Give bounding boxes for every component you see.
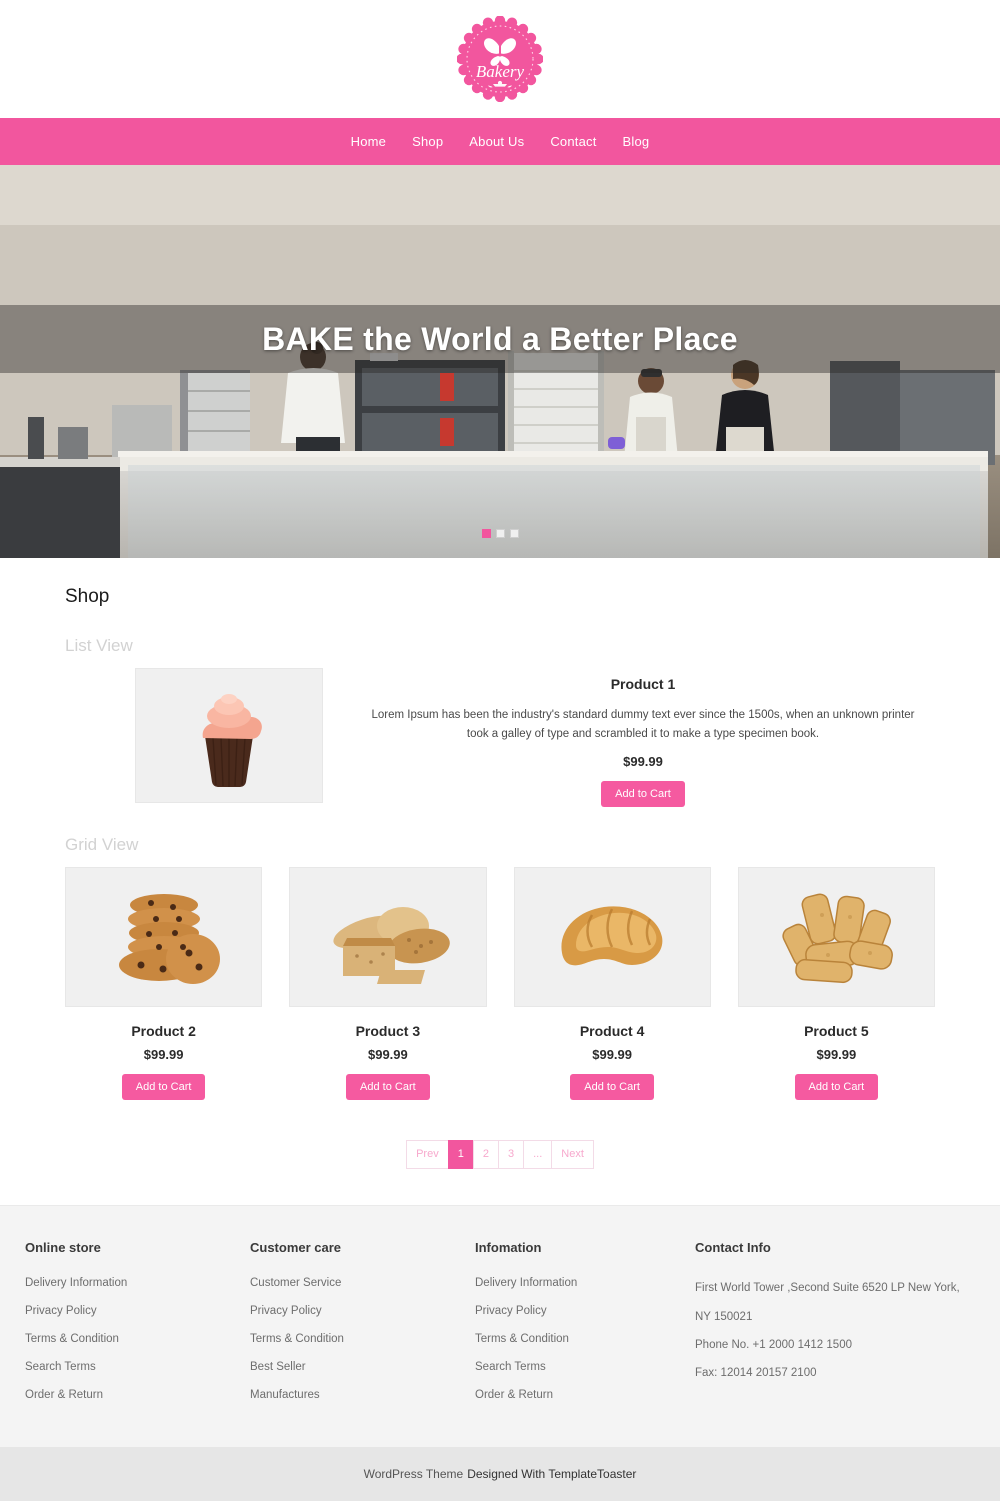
footer-link-terms-condition[interactable]: Terms & Condition	[250, 1333, 475, 1345]
footer-link-order-return[interactable]: Order & Return	[25, 1389, 250, 1401]
hero-dot-2[interactable]	[495, 529, 505, 538]
site-footer: Online store Delivery Information Privac…	[0, 1205, 1000, 1448]
bakery-badge-icon: Bakery	[457, 16, 543, 102]
pagination-page-2[interactable]: 2	[472, 1139, 498, 1170]
product-price: $99.99	[143, 1046, 184, 1062]
footer-link-manufactures[interactable]: Manufactures	[250, 1389, 475, 1401]
grid-view-label: Grid View	[65, 834, 139, 854]
footer-column-contact-info: Contact Info First World Tower ,Second S…	[695, 1240, 975, 1417]
product-image-2[interactable]	[65, 866, 263, 1007]
product-image-1[interactable]	[135, 668, 323, 803]
bread-loaves-icon	[333, 906, 450, 984]
contact-phone: Phone No. +1 2000 1412 1500	[695, 1338, 852, 1351]
product-grid-view: Product 2 $99.99 Add to Cart Product 3 $…	[50, 866, 950, 1100]
pagination-prev[interactable]: Prev	[406, 1139, 448, 1170]
product-name: Product 4	[579, 1022, 645, 1039]
hero-slider-dots	[0, 529, 1000, 538]
page-title: Shop	[65, 586, 110, 607]
hero-dot-1[interactable]	[481, 529, 491, 538]
product-price: $99.99	[816, 1046, 857, 1062]
product-name: Product 2	[131, 1022, 196, 1039]
footer-link-delivery-information[interactable]: Delivery Information	[475, 1277, 695, 1289]
hero-slider: BAKE the World a Better Place	[0, 165, 1000, 558]
pagination-ellipsis[interactable]: ...	[523, 1139, 552, 1170]
product-details-1: Product 1 Lorem Ipsum has been the indus…	[323, 668, 950, 807]
hero-caption-band: BAKE the World a Better Place	[0, 305, 1000, 373]
footer-columns: Online store Delivery Information Privac…	[25, 1240, 975, 1417]
product-name: Product 1	[610, 676, 676, 692]
rusk-toast-icon	[782, 893, 894, 984]
footer-heading: Contact Info	[695, 1240, 771, 1256]
footer-link-privacy-policy[interactable]: Privacy Policy	[250, 1305, 475, 1317]
add-to-cart-button[interactable]: Add to Cart	[346, 1073, 430, 1100]
product-name: Product 3	[355, 1022, 421, 1039]
footer-link-search-terms[interactable]: Search Terms	[475, 1361, 695, 1373]
nav-list: Home Shop About Us Contact Blog	[338, 118, 663, 165]
pagination-page-1[interactable]: 1	[447, 1139, 473, 1170]
site-header: Bakery	[0, 0, 1000, 118]
list-view-label: List View	[65, 636, 133, 655]
footer-heading: Online store	[25, 1240, 101, 1256]
footer-link-delivery-information[interactable]: Delivery Information	[25, 1277, 250, 1289]
product-card-4: Product 4 $99.99 Add to Cart	[513, 866, 711, 1100]
product-card-3: Product 3 $99.99 Add to Cart	[289, 866, 487, 1100]
footer-link-terms-condition[interactable]: Terms & Condition	[25, 1333, 250, 1345]
product-description: Lorem Ipsum has been the industry's stan…	[371, 709, 915, 740]
product-card-5: Product 5 $99.99 Add to Cart	[737, 866, 935, 1100]
nav-item-home[interactable]: Home	[338, 118, 399, 165]
footer-column-customer-care: Customer care Customer Service Privacy P…	[250, 1240, 475, 1417]
footer-heading: Infomation	[475, 1240, 542, 1256]
product-name: Product 5	[804, 1022, 869, 1039]
add-to-cart-button[interactable]: Add to Cart	[570, 1073, 654, 1100]
pagination-page-3[interactable]: 3	[497, 1139, 524, 1170]
copyright-prefix: WordPress Theme	[363, 1467, 464, 1482]
pagination: Prev 1 2 3 ... Next	[50, 1139, 950, 1170]
copyright-bar: WordPress Theme Designed With TemplateTo…	[0, 1447, 1000, 1501]
footer-link-best-seller[interactable]: Best Seller	[250, 1361, 475, 1373]
hero-title: BAKE the World a Better Place	[262, 320, 738, 357]
contact-address-line-1: First World Tower ,Second Suite 6520 LP …	[695, 1282, 960, 1295]
add-to-cart-button[interactable]: Add to Cart	[794, 1073, 879, 1100]
copyright-credit[interactable]: Designed With TemplateToaster	[467, 1467, 636, 1481]
footer-column-online-store: Online store Delivery Information Privac…	[25, 1240, 250, 1417]
svg-text:Bakery: Bakery	[476, 62, 525, 81]
main-navigation: Home Shop About Us Contact Blog	[0, 118, 1000, 165]
footer-link-terms-condition[interactable]: Terms & Condition	[475, 1333, 695, 1345]
site-logo[interactable]: Bakery	[457, 16, 543, 102]
product-image-4[interactable]	[513, 866, 711, 1007]
footer-link-privacy-policy[interactable]: Privacy Policy	[25, 1305, 250, 1317]
footer-link-search-terms[interactable]: Search Terms	[25, 1361, 250, 1373]
product-list-view: Product 1 Lorem Ipsum has been the indus…	[50, 668, 950, 807]
contact-fax: Fax: 12014 20157 2100	[695, 1367, 817, 1380]
product-price: $99.99	[367, 1046, 408, 1062]
cookie-stack-icon	[118, 893, 220, 984]
add-to-cart-button[interactable]: Add to Cart	[121, 1073, 206, 1100]
nav-item-contact[interactable]: Contact	[537, 118, 609, 165]
nav-item-blog[interactable]: Blog	[610, 118, 663, 165]
add-to-cart-button[interactable]: Add to Cart	[601, 780, 685, 807]
footer-link-order-return[interactable]: Order & Return	[475, 1389, 695, 1401]
croissant-icon	[561, 906, 663, 966]
footer-link-customer-service[interactable]: Customer Service	[250, 1277, 475, 1289]
nav-item-about-us[interactable]: About Us	[456, 118, 537, 165]
product-image-5[interactable]	[737, 866, 935, 1007]
footer-heading: Customer care	[250, 1240, 342, 1256]
cupcake-icon	[202, 693, 262, 787]
footer-link-privacy-policy[interactable]: Privacy Policy	[475, 1305, 695, 1317]
hero-dot-3[interactable]	[509, 529, 519, 538]
footer-column-infomation: Infomation Delivery Information Privacy …	[475, 1240, 695, 1417]
shop-section: Shop List View Product 1 Lorem Ipsum has…	[0, 558, 1000, 1206]
contact-address-line-2: NY 150021	[695, 1310, 753, 1323]
pagination-next[interactable]: Next	[551, 1139, 594, 1170]
product-image-3[interactable]	[289, 866, 487, 1007]
product-price: $99.99	[592, 1046, 632, 1062]
nav-item-shop[interactable]: Shop	[399, 118, 456, 165]
product-card-2: Product 2 $99.99 Add to Cart	[65, 866, 263, 1100]
product-price: $99.99	[623, 753, 663, 769]
